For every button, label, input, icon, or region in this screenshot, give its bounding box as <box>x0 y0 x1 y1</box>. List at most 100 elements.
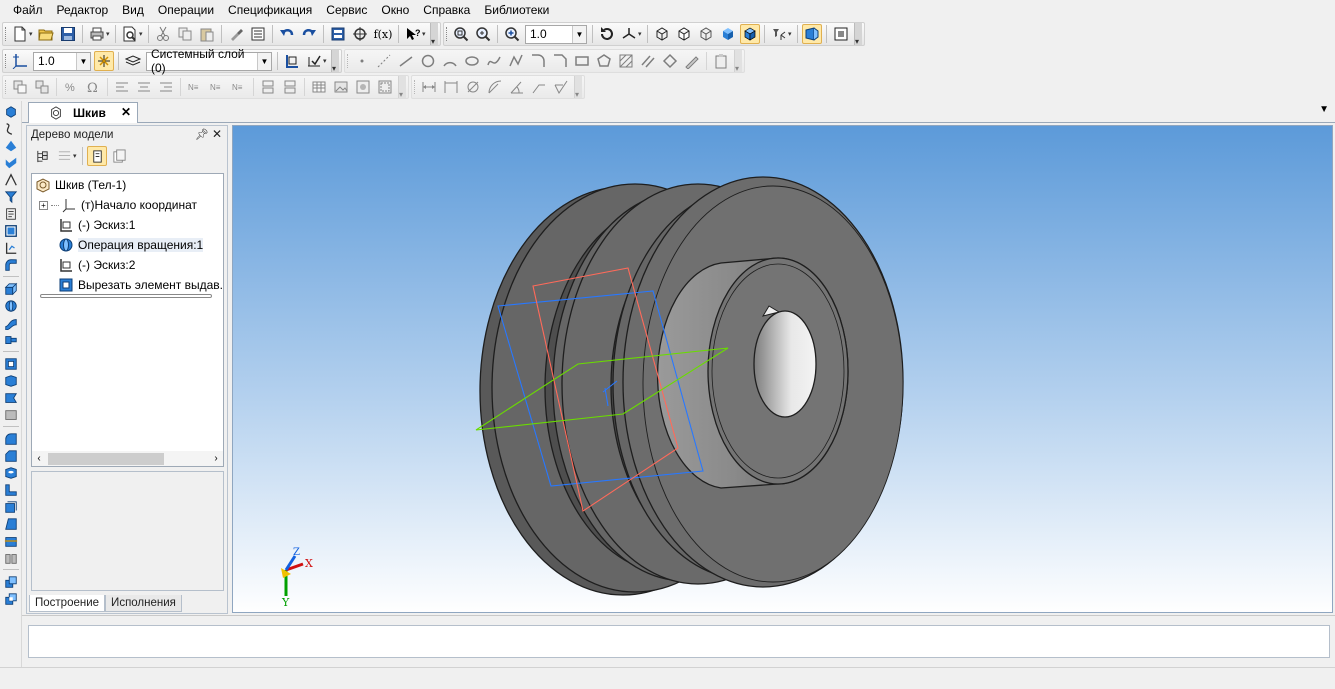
undo-button[interactable] <box>277 24 297 44</box>
extrude-button[interactable] <box>2 280 20 297</box>
spline-button[interactable] <box>484 51 504 71</box>
insert-row-button[interactable] <box>258 77 278 97</box>
paste-button[interactable] <box>197 24 217 44</box>
orientation-dropdown-arrow[interactable]: ▾ <box>638 30 644 38</box>
shaded-button[interactable] <box>718 24 738 44</box>
tree-node-sketch-2[interactable]: (-) Эскиз:2 <box>58 256 135 274</box>
document-tab[interactable]: Шкив ✕ <box>28 102 138 123</box>
cut-extrude-button[interactable] <box>2 355 20 372</box>
editing-details-button[interactable] <box>2 103 20 120</box>
numbering-3-button[interactable]: N≡ <box>229 77 249 97</box>
perspective-button[interactable] <box>802 24 822 44</box>
menu-window[interactable]: Окно <box>374 0 416 20</box>
chamfer-button[interactable] <box>550 51 570 71</box>
revolve-button[interactable] <box>2 297 20 314</box>
tree-node-extrude-cut[interactable]: Вырезать элемент выдав... <box>58 276 223 294</box>
linear-dimension-button[interactable] <box>419 77 439 97</box>
tree-view-dropdown-arrow[interactable]: ▾ <box>73 152 79 160</box>
menu-view[interactable]: Вид <box>115 0 151 20</box>
zoom-in-button[interactable] <box>502 24 522 44</box>
cut-button[interactable] <box>153 24 173 44</box>
print-button[interactable] <box>87 24 107 44</box>
auxiliary-geometry-button[interactable] <box>2 171 20 188</box>
equidistant-button[interactable] <box>638 51 658 71</box>
kinematic-button[interactable] <box>2 314 20 331</box>
toolbar-options-button[interactable] <box>734 50 742 73</box>
section-surface-button[interactable] <box>2 532 20 549</box>
hidden-lines-button[interactable] <box>674 24 694 44</box>
new-document-button[interactable] <box>10 24 30 44</box>
preview-dropdown-arrow[interactable]: ▾ <box>139 30 145 38</box>
model-viewport[interactable]: X Y Z <box>232 125 1333 613</box>
tree-node-origin[interactable]: + (т)Начало координат <box>39 196 197 214</box>
segment-button[interactable] <box>396 51 416 71</box>
insert-fragment-button[interactable] <box>375 77 395 97</box>
cut-loft-button[interactable] <box>2 406 20 423</box>
snap-button[interactable] <box>94 51 114 71</box>
insert-object-button[interactable] <box>353 77 373 97</box>
hole-button[interactable] <box>2 464 20 481</box>
split-button[interactable] <box>2 573 20 590</box>
point-button[interactable] <box>352 51 372 71</box>
open-button[interactable] <box>36 24 56 44</box>
tab-list-chevron-icon[interactable]: ▼ <box>1319 104 1329 115</box>
properties-button[interactable] <box>248 24 268 44</box>
new-dropdown-arrow[interactable]: ▾ <box>29 30 35 38</box>
cut-kinematic-button[interactable] <box>2 389 20 406</box>
fillet-3d-button[interactable] <box>2 430 20 447</box>
sheet-metal-button[interactable] <box>2 256 20 273</box>
menu-editor[interactable]: Редактор <box>50 0 116 20</box>
toolbar-options-button[interactable] <box>574 76 582 99</box>
zoom-dynamic-button[interactable] <box>473 24 493 44</box>
menu-service[interactable]: Сервис <box>319 0 374 20</box>
hatch-button[interactable] <box>616 51 636 71</box>
layer-combo[interactable]: Системный слой (0) ▼ <box>146 47 272 75</box>
toolbar-options-button[interactable] <box>398 76 406 99</box>
surfaces-button[interactable] <box>2 137 20 154</box>
rectangle-button[interactable] <box>572 51 592 71</box>
angular-dimension-button[interactable] <box>507 77 527 97</box>
wireframe-button[interactable] <box>652 24 672 44</box>
scroll-right-icon[interactable]: › <box>209 453 223 464</box>
shell-button[interactable] <box>2 498 20 515</box>
tree-view-mode-button[interactable] <box>54 146 74 166</box>
insert-picture-button[interactable] <box>331 77 351 97</box>
save-button[interactable] <box>58 24 78 44</box>
polyline-button[interactable] <box>506 51 526 71</box>
report-button[interactable] <box>2 239 20 256</box>
ellipse-button[interactable] <box>462 51 482 71</box>
polygon-button[interactable] <box>594 51 614 71</box>
measure-button[interactable] <box>2 205 20 222</box>
diameter-dimension-button[interactable] <box>463 77 483 97</box>
tab-variants[interactable]: Исполнения <box>105 595 182 612</box>
horizontal-dimension-button[interactable] <box>441 77 461 97</box>
orientation-button[interactable] <box>619 24 639 44</box>
percent-button[interactable]: % <box>61 77 81 97</box>
numbering-2-button[interactable]: N≡ <box>207 77 227 97</box>
filter-button[interactable] <box>769 24 789 44</box>
clipboard-button[interactable] <box>711 51 731 71</box>
tree-structure-button[interactable] <box>32 146 52 166</box>
format-painter-button[interactable] <box>226 24 246 44</box>
parametrize-dropdown-arrow[interactable]: ▾ <box>323 57 329 65</box>
manager-button[interactable] <box>328 24 348 44</box>
pin-icon[interactable]: 📌︎ <box>195 128 209 141</box>
expand-plus-icon[interactable]: + <box>39 200 48 210</box>
tree-horizontal-scrollbar[interactable]: ‹ › <box>31 451 224 467</box>
align-left-button[interactable] <box>112 77 132 97</box>
spatial-curves-button[interactable] <box>2 120 20 137</box>
fx-button[interactable]: f(x) <box>372 24 394 44</box>
help-dropdown-arrow[interactable]: ▾ <box>422 30 428 38</box>
diagnostics-button[interactable] <box>2 188 20 205</box>
roughness-button[interactable] <box>551 77 571 97</box>
contour-button[interactable] <box>660 51 680 71</box>
loft-button[interactable] <box>2 331 20 348</box>
tab-construction[interactable]: Построение <box>29 595 106 612</box>
preview-button[interactable] <box>120 24 140 44</box>
tree-node-revolve[interactable]: Операция вращения:1 <box>58 236 204 254</box>
section-button[interactable] <box>831 24 851 44</box>
cut-revolve-button[interactable] <box>2 372 20 389</box>
context-help-button[interactable]: ? <box>403 24 423 44</box>
align-center-button[interactable] <box>134 77 154 97</box>
table-button[interactable] <box>309 77 329 97</box>
